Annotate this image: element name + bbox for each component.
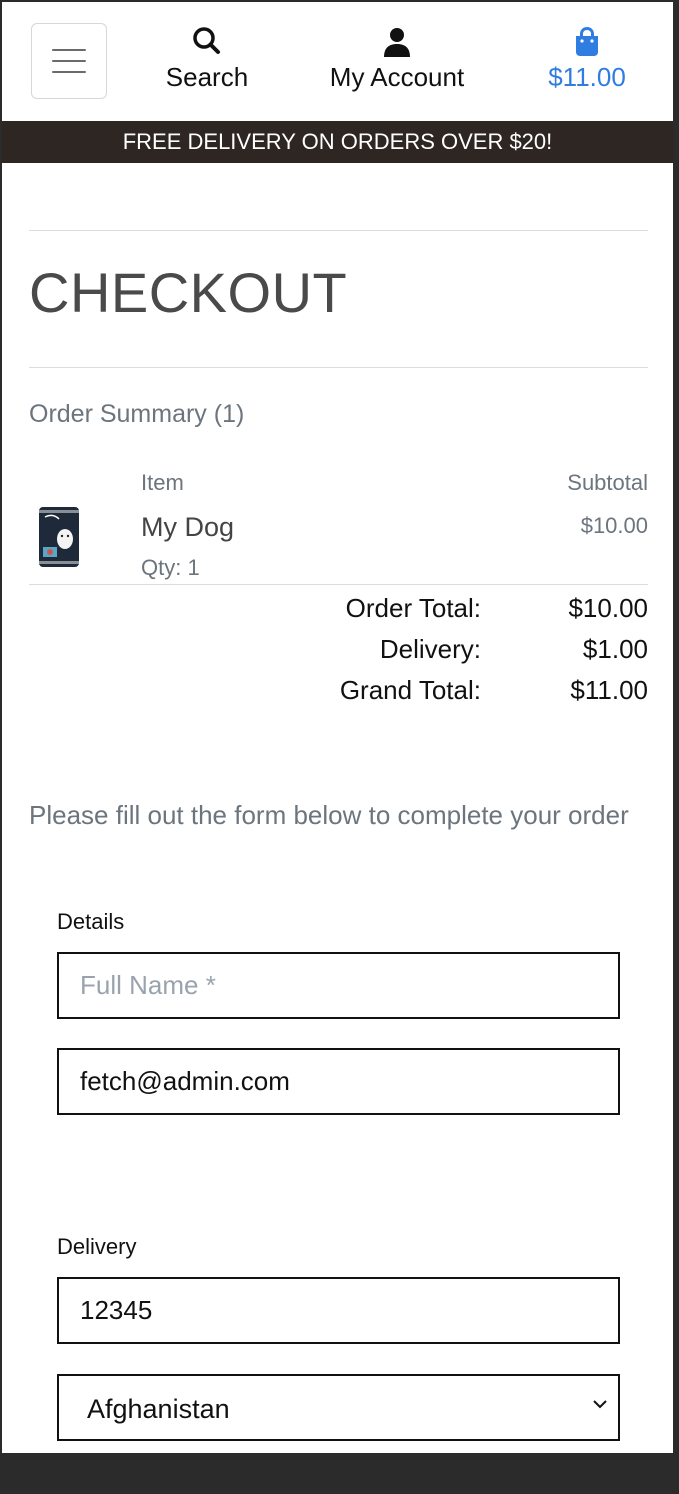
email-field[interactable] bbox=[57, 1048, 620, 1115]
site-header: Search My Account $11.00 bbox=[2, 2, 673, 121]
search-label: Search bbox=[165, 62, 249, 92]
order-summary-heading: Order Summary (1) bbox=[29, 400, 245, 428]
product-subtotal: $10.00 bbox=[580, 513, 648, 538]
full-name-field[interactable] bbox=[57, 952, 620, 1019]
details-legend: Details bbox=[57, 909, 125, 934]
page: Search My Account $11.00 FREE DELIVERY O… bbox=[2, 2, 673, 1453]
order-total-label: Order Total: bbox=[345, 593, 481, 623]
search-icon bbox=[193, 27, 220, 54]
user-icon bbox=[384, 28, 410, 57]
dog-food-can-icon bbox=[39, 507, 79, 567]
page-title: CHECKOUT bbox=[29, 261, 348, 324]
divider bbox=[29, 584, 648, 585]
hamburger-icon-bar bbox=[52, 49, 86, 51]
my-account-label: My Account bbox=[329, 62, 465, 92]
product-quantity: Qty: 1 bbox=[141, 555, 200, 580]
country-select-value: Afghanistan bbox=[87, 1394, 230, 1424]
shopping-bag-icon bbox=[576, 26, 598, 56]
postcode-field[interactable] bbox=[57, 1277, 620, 1344]
divider bbox=[29, 367, 648, 368]
order-total-value: $10.00 bbox=[568, 593, 648, 623]
divider bbox=[29, 230, 648, 231]
subtotal-column-header: Subtotal bbox=[567, 470, 648, 495]
product-name: My Dog bbox=[141, 512, 235, 542]
delivery-label: Delivery: bbox=[379, 634, 481, 664]
chevron-down-icon bbox=[593, 1400, 607, 1409]
grand-total-label: Grand Total: bbox=[339, 675, 481, 705]
grand-total-value: $11.00 bbox=[570, 675, 648, 705]
hamburger-icon-bar bbox=[52, 60, 86, 62]
menu-toggle-button[interactable] bbox=[31, 23, 107, 99]
cart-total: $11.00 bbox=[548, 62, 626, 92]
hamburger-icon-bar bbox=[52, 71, 86, 73]
my-account-link[interactable]: My Account bbox=[312, 26, 482, 93]
cart-link[interactable]: $11.00 bbox=[532, 26, 642, 93]
country-select[interactable]: Afghanistan bbox=[57, 1374, 620, 1441]
delivery-value: $1.00 bbox=[582, 634, 648, 664]
delivery-legend: Delivery bbox=[57, 1234, 137, 1259]
item-column-header: Item bbox=[141, 470, 184, 495]
form-intro-text: Please fill out the form below to comple… bbox=[29, 800, 629, 830]
search-link[interactable]: Search bbox=[152, 26, 262, 93]
free-delivery-banner: FREE DELIVERY ON ORDERS OVER $20! bbox=[2, 121, 673, 163]
